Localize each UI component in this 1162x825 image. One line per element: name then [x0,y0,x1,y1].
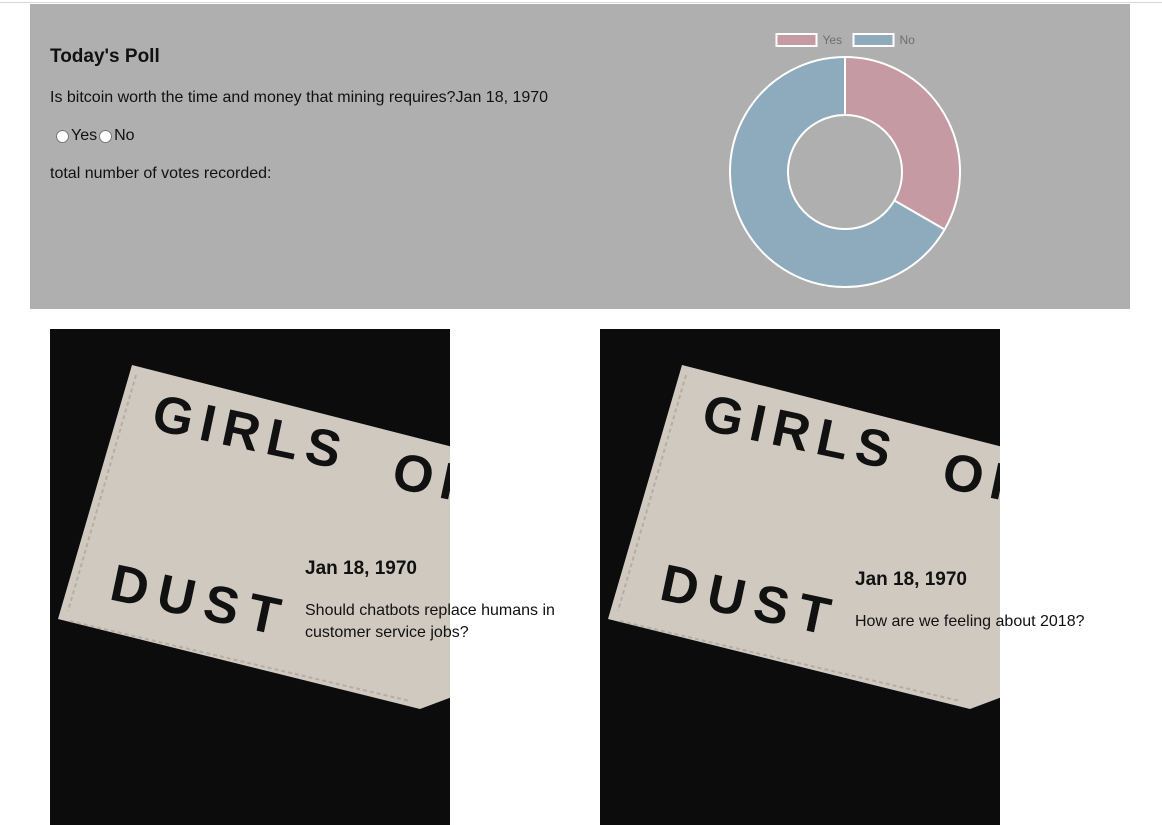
legend-swatch-yes[interactable] [775,33,818,47]
legend-swatch-no[interactable] [852,33,895,47]
card-date: Jan 18, 1970 [855,569,967,590]
poll-card[interactable]: GIRLS OF DUST Jan 18, 1970 How are we fe… [600,329,1160,825]
legend-label-yes[interactable]: Yes [823,33,843,47]
card-title[interactable]: Should chatbots replace humans in custom… [305,600,570,644]
top-divider [0,2,1162,3]
slice-yes[interactable] [844,55,961,231]
poll-chart: Yes No [30,4,1130,309]
legend-label-no[interactable]: No [900,33,916,47]
poll-panel: Today's Poll Is bitcoin worth the time a… [30,4,1130,309]
card-date: Jan 18, 1970 [305,558,417,579]
card-title[interactable]: How are we feeling about 2018? [855,611,1115,633]
donut-chart: Yes No [729,33,961,288]
poll-card[interactable]: GIRLS OF DUST Jan 18, 1970 Should chatbo… [50,329,610,825]
